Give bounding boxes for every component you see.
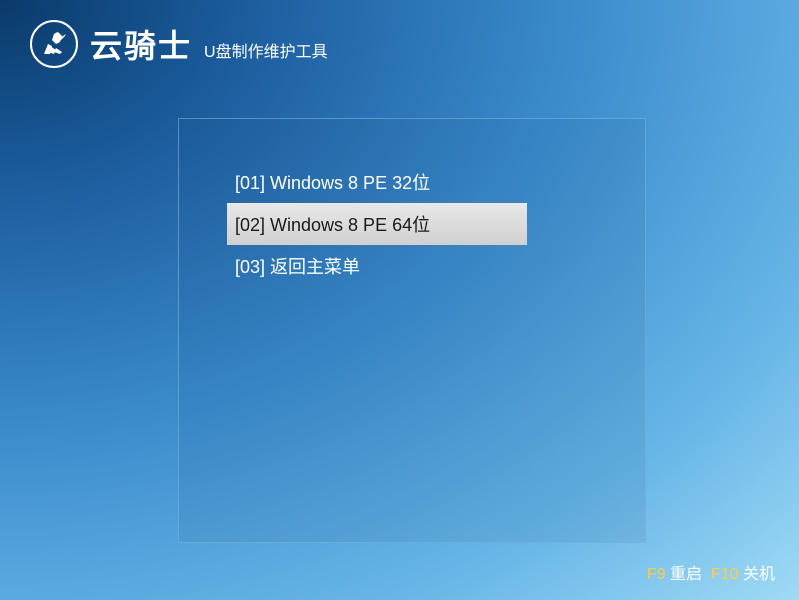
menu-items-container: [01] Windows 8 PE 32位 [02] Windows 8 PE … <box>179 119 645 287</box>
hotkey-f9-label: 重启 <box>670 566 702 583</box>
boot-menu: [01] Windows 8 PE 32位 [02] Windows 8 PE … <box>178 118 646 543</box>
hotkey-f9: F9 <box>647 566 666 583</box>
menu-item-win8pe-32[interactable]: [01] Windows 8 PE 32位 <box>227 161 527 203</box>
menu-item-win8pe-64[interactable]: [02] Windows 8 PE 64位 <box>227 203 527 245</box>
hotkey-f10-label: 关机 <box>743 566 775 583</box>
knight-icon <box>36 26 72 62</box>
brand-name: 云骑士 <box>90 21 192 67</box>
footer-hotkeys: F9 重启 F10 关机 <box>647 560 775 584</box>
menu-item-return[interactable]: [03] 返回主菜单 <box>227 245 527 287</box>
brand-logo-icon <box>30 20 78 68</box>
hotkey-f10: F10 <box>711 566 739 583</box>
header-subtitle: U盘制作维护工具 <box>204 38 328 62</box>
header: 云骑士 U盘制作维护工具 <box>0 0 799 88</box>
